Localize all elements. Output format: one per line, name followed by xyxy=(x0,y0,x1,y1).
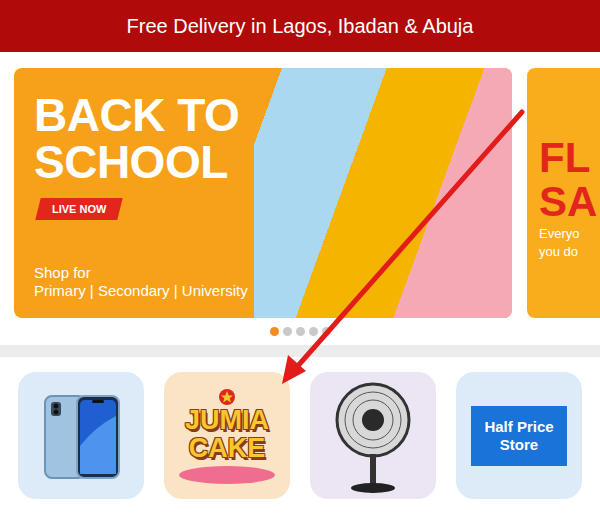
shortcut-tile[interactable] xyxy=(18,372,144,499)
live-now-badge: LIVE NOW xyxy=(35,198,123,220)
badge-text: LIVE NOW xyxy=(52,203,106,215)
section-separator xyxy=(0,345,600,357)
flash-sale-banner[interactable]: FLSA Everyo you do xyxy=(527,68,600,318)
cake-logo-text: JUMIA xyxy=(185,406,269,434)
flash-sale-title: SA xyxy=(539,180,600,224)
back-to-school-banner[interactable]: BACK TOSCHOOL LIVE NOW Shop forPrimary | S… xyxy=(14,68,512,318)
carousel-dot[interactable] xyxy=(322,327,331,336)
carousel-section: BACK TOSCHOOL LIVE NOW Shop forPrimary | S… xyxy=(0,52,600,345)
flash-sale-text: you do xyxy=(539,244,600,260)
shortcut-tile[interactable]: JUMIACAKE xyxy=(164,372,290,499)
promo-bar: Free Delivery in Lagos, Ibadan & Abuja xyxy=(0,0,600,52)
banner-categories: Primary | Secondary | University xyxy=(34,282,254,300)
banner-title: SCHOOL xyxy=(34,139,254,186)
phone-icon xyxy=(31,386,131,486)
carousel-dot[interactable] xyxy=(270,327,279,336)
banner-text: BACK TOSCHOOL LIVE NOW Shop forPrimary | S… xyxy=(14,68,254,318)
fan-icon xyxy=(323,378,423,494)
carousel-dot[interactable] xyxy=(283,327,292,336)
flash-sale-text: Everyo xyxy=(539,226,600,242)
banner-carousel[interactable]: BACK TOSCHOOL LIVE NOW Shop forPrimary | S… xyxy=(14,68,600,318)
shortcut-tile[interactable] xyxy=(310,372,436,499)
shortcut-row: JUMIACAKE Half Price Store xyxy=(0,357,600,499)
banner-subtitle: Shop for xyxy=(34,264,254,282)
shortcut-tile[interactable]: Half Price Store xyxy=(456,372,582,499)
carousel-dot[interactable] xyxy=(309,327,318,336)
star-icon xyxy=(218,388,236,406)
arrow-icon xyxy=(0,0,600,522)
carousel-dots xyxy=(14,318,600,345)
carousel-dot[interactable] xyxy=(296,327,305,336)
flash-sale-title: FL xyxy=(539,136,600,180)
half-price-label: Half Price Store xyxy=(471,406,567,466)
students-photo xyxy=(254,68,512,318)
banner-title: BACK TO xyxy=(34,92,254,139)
cake-base-icon xyxy=(179,466,275,484)
cake-logo-text: CAKE xyxy=(189,434,266,462)
